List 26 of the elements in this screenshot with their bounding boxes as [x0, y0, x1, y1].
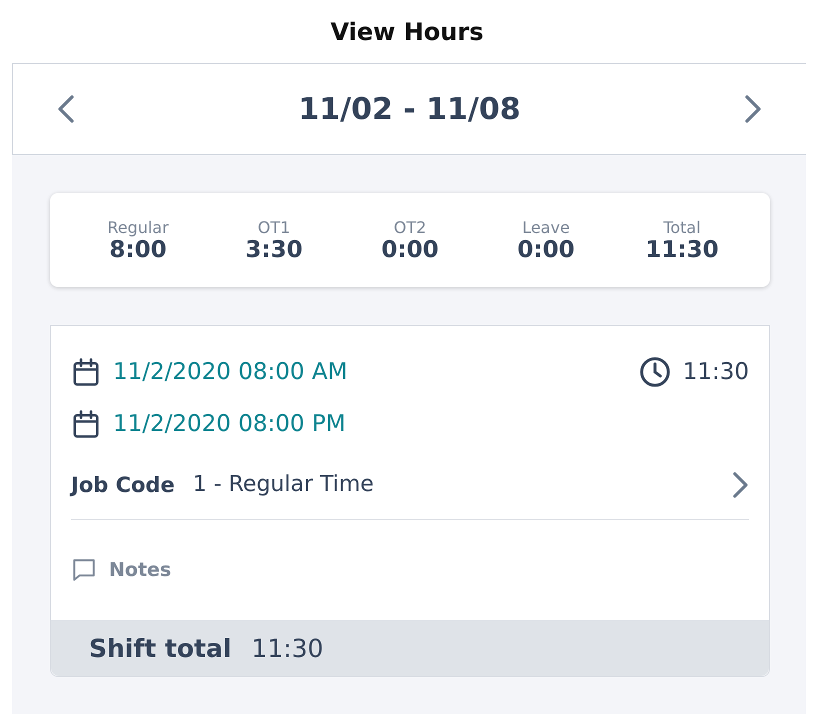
page-title: View Hours [330, 16, 484, 48]
shift-end: 11/2/2020 08:00 PM [113, 411, 346, 437]
shift-start: 11/2/2020 08:00 AM [113, 359, 348, 385]
shift-total-value: 11:30 [251, 634, 324, 662]
job-code-row[interactable]: Job Code 1 - Regular Time [71, 450, 749, 520]
stat-value: 3:30 [245, 236, 303, 262]
stat-label: OT1 [258, 218, 290, 236]
shift-duration: 11:30 [682, 359, 749, 385]
calendar-icon [71, 409, 101, 439]
notes-button[interactable]: Notes [71, 520, 749, 620]
stat-value: 11:30 [645, 236, 719, 262]
stat-label: Leave [522, 218, 570, 236]
chevron-left-icon [57, 94, 75, 124]
stat-label: Total [663, 218, 701, 236]
stat-value: 8:00 [109, 236, 167, 262]
week-range: 11/02 - 11/08 [298, 92, 521, 126]
calendar-icon [71, 357, 101, 387]
stat-value: 0:00 [517, 236, 575, 262]
chevron-right-icon [732, 470, 749, 498]
shift-total-label: Shift total [89, 634, 232, 662]
comment-icon [71, 557, 97, 583]
stat-label: Regular [107, 218, 169, 236]
clock-icon [638, 356, 671, 388]
stat-label: OT2 [394, 218, 426, 236]
stat-value: 0:00 [381, 236, 439, 262]
chevron-right-icon [744, 94, 762, 124]
